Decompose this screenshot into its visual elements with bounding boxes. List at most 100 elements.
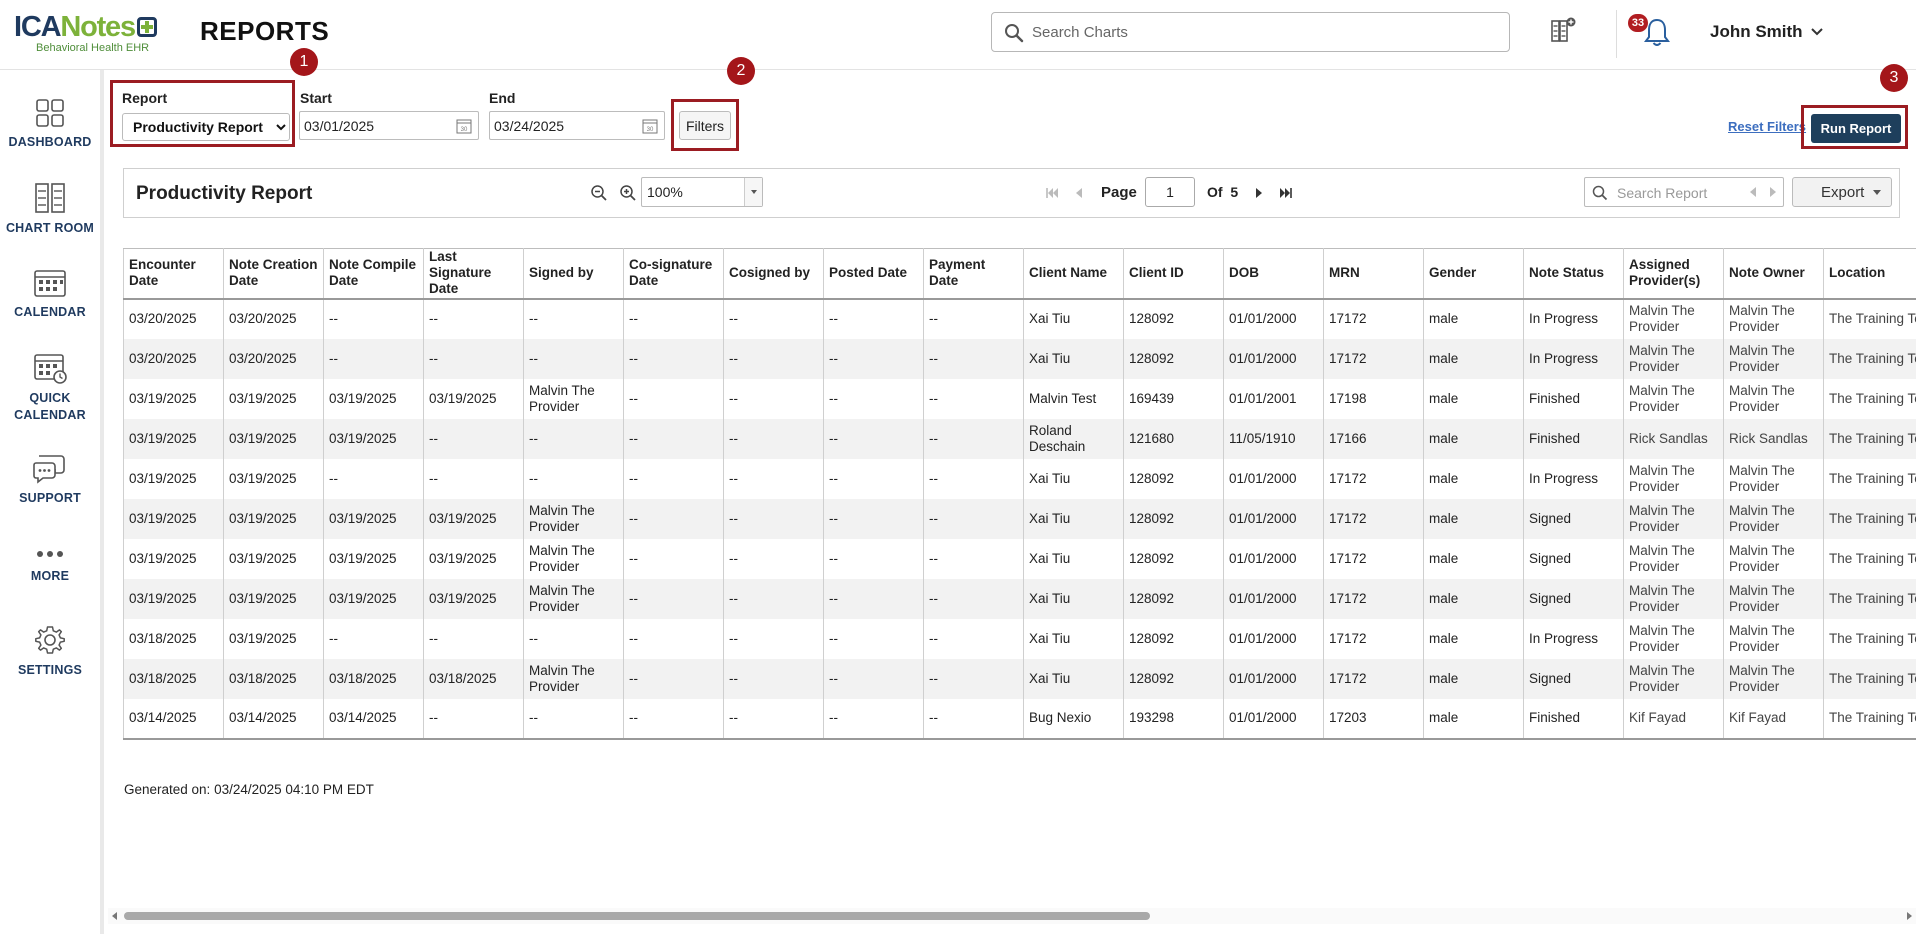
export-button[interactable]: Export — [1792, 177, 1892, 207]
table-cell: 128092 — [1123, 658, 1224, 699]
table-cell: Malvin The Provider — [1723, 458, 1824, 499]
table-cell: 03/19/2025 — [323, 498, 424, 539]
table-cell: -- — [923, 498, 1024, 539]
column-header[interactable]: Client Name — [1023, 248, 1124, 300]
search-previous-icon[interactable] — [1747, 186, 1759, 198]
start-date-field[interactable]: 30 — [299, 111, 479, 140]
sidebar-item-chart-room[interactable]: CHART ROOM — [0, 182, 100, 237]
table-cell: -- — [523, 338, 624, 379]
table-cell: The Training Team — [1823, 538, 1916, 579]
top-header: ICANotes Behavioral Health EHR REPORTS 3… — [0, 0, 1916, 70]
filters-button[interactable]: Filters — [679, 111, 731, 140]
table-cell: -- — [523, 418, 624, 459]
column-header[interactable]: Note Compile Date — [323, 248, 424, 300]
table-cell: 128092 — [1123, 458, 1224, 499]
zoom-level-select[interactable]: 100% — [641, 177, 763, 207]
zoom-in-icon[interactable] — [619, 184, 637, 202]
search-charts-input[interactable] — [1032, 21, 1492, 43]
sidebar-item-settings[interactable]: SETTINGS — [0, 624, 100, 679]
table-cell: Malvin The Provider — [1623, 498, 1724, 539]
table-cell: 03/18/2025 — [223, 658, 324, 699]
column-header[interactable]: Assigned Provider(s) — [1623, 248, 1724, 300]
table-cell: 03/18/2025 — [123, 658, 224, 699]
column-header[interactable]: MRN — [1323, 248, 1424, 300]
user-name: John Smith — [1710, 22, 1803, 41]
table-cell: -- — [823, 578, 924, 619]
table-cell: -- — [723, 538, 824, 579]
column-header[interactable]: Note Owner — [1723, 248, 1824, 300]
reset-filters-link[interactable]: Reset Filters — [1728, 119, 1806, 134]
table-cell: -- — [623, 698, 724, 740]
table-cell: Malvin The Provider — [1723, 538, 1824, 579]
column-header[interactable]: Note Creation Date — [223, 248, 324, 300]
sidebar-item-quick-calendar[interactable]: QUICK CALENDAR — [0, 352, 100, 424]
notifications-button[interactable]: 33 — [1628, 14, 1670, 50]
sidebar-item-calendar[interactable]: CALENDAR — [0, 268, 100, 321]
next-page-icon[interactable] — [1251, 185, 1267, 201]
sidebar-item-support[interactable]: SUPPORT — [0, 454, 100, 507]
table-cell: 03/19/2025 — [123, 378, 224, 419]
column-header[interactable]: Co-signature Date — [623, 248, 724, 300]
table-cell: -- — [923, 378, 1024, 419]
table-cell: The Training Team — [1823, 298, 1916, 339]
table-cell: The Training Team — [1823, 658, 1916, 699]
run-report-button[interactable]: Run Report — [1811, 114, 1901, 143]
table-cell: -- — [723, 418, 824, 459]
table-cell: -- — [623, 618, 724, 659]
table-cell: In Progress — [1523, 338, 1624, 379]
export-label: Export — [1821, 183, 1865, 201]
icanotes-logo[interactable]: ICANotes Behavioral Health EHR — [14, 12, 174, 56]
report-type-select[interactable]: Productivity Report — [122, 113, 290, 141]
column-header[interactable]: Gender — [1423, 248, 1524, 300]
table-cell: -- — [923, 458, 1024, 499]
page-number-input[interactable] — [1145, 177, 1195, 207]
step-badge-1: 1 — [290, 48, 318, 76]
column-header[interactable]: Client ID — [1123, 248, 1224, 300]
report-search-input[interactable] — [1617, 183, 1737, 203]
column-header[interactable]: Signed by — [523, 248, 624, 300]
sidebar-item-label: DASHBOARD — [8, 135, 92, 149]
column-header[interactable]: Posted Date — [823, 248, 924, 300]
scroll-right-arrow-icon[interactable] — [1904, 911, 1914, 921]
previous-page-icon[interactable] — [1071, 185, 1087, 201]
column-header[interactable]: Payment Date — [923, 248, 1024, 300]
column-header[interactable]: Encounter Date — [123, 248, 224, 300]
table-cell: The Training Team — [1823, 498, 1916, 539]
table-row: 03/19/2025 03/19/2025 -- -- -- -- -- -- -- Xai Ti… — [123, 458, 1916, 499]
report-search-box[interactable] — [1584, 177, 1784, 207]
table-cell: Malvin The Provider — [523, 498, 624, 539]
last-page-icon[interactable] — [1278, 185, 1294, 201]
table-cell: male — [1423, 418, 1524, 459]
sidebar-item-dashboard[interactable]: DASHBOARD — [0, 98, 100, 151]
column-header[interactable]: Last Signature Date — [423, 248, 524, 300]
horizontal-scrollbar[interactable] — [108, 908, 1916, 924]
column-header[interactable]: Location — [1823, 248, 1916, 300]
table-cell: 03/14/2025 — [323, 698, 424, 740]
end-date-field[interactable]: 30 — [489, 111, 665, 140]
zoom-out-icon[interactable] — [590, 184, 608, 202]
column-header[interactable]: Note Status — [1523, 248, 1624, 300]
scrollbar-thumb[interactable] — [124, 912, 1150, 920]
zoom-dropdown-arrow[interactable] — [744, 178, 762, 206]
calendar-picker-icon[interactable]: 30 — [642, 118, 658, 134]
scroll-left-arrow-icon[interactable] — [110, 911, 120, 921]
sidebar-item-more[interactable]: MORE — [0, 546, 100, 585]
first-page-icon[interactable] — [1044, 185, 1060, 201]
table-cell: 01/01/2000 — [1223, 698, 1324, 740]
end-date-input[interactable] — [494, 116, 634, 136]
search-charts-box[interactable] — [991, 12, 1510, 52]
header-divider — [1616, 10, 1617, 58]
column-header[interactable]: Cosigned by — [723, 248, 824, 300]
start-date-input[interactable] — [304, 116, 444, 136]
search-next-icon[interactable] — [1767, 186, 1779, 198]
table-row: 03/19/2025 03/19/2025 03/19/2025 03/19/2025… — [123, 378, 1916, 419]
table-cell: Xai Tiu — [1023, 618, 1124, 659]
table-row: 03/14/2025 03/14/2025 03/14/2025 -- -- -- -- --… — [123, 698, 1916, 740]
table-cell: Malvin Test — [1023, 378, 1124, 419]
user-menu[interactable]: John Smith — [1710, 20, 1823, 44]
calendar-picker-icon[interactable]: 30 — [456, 118, 472, 134]
table-cell: male — [1423, 338, 1524, 379]
add-chart-icon[interactable] — [1550, 16, 1578, 44]
column-header[interactable]: DOB — [1223, 248, 1324, 300]
table-cell: -- — [423, 298, 524, 339]
